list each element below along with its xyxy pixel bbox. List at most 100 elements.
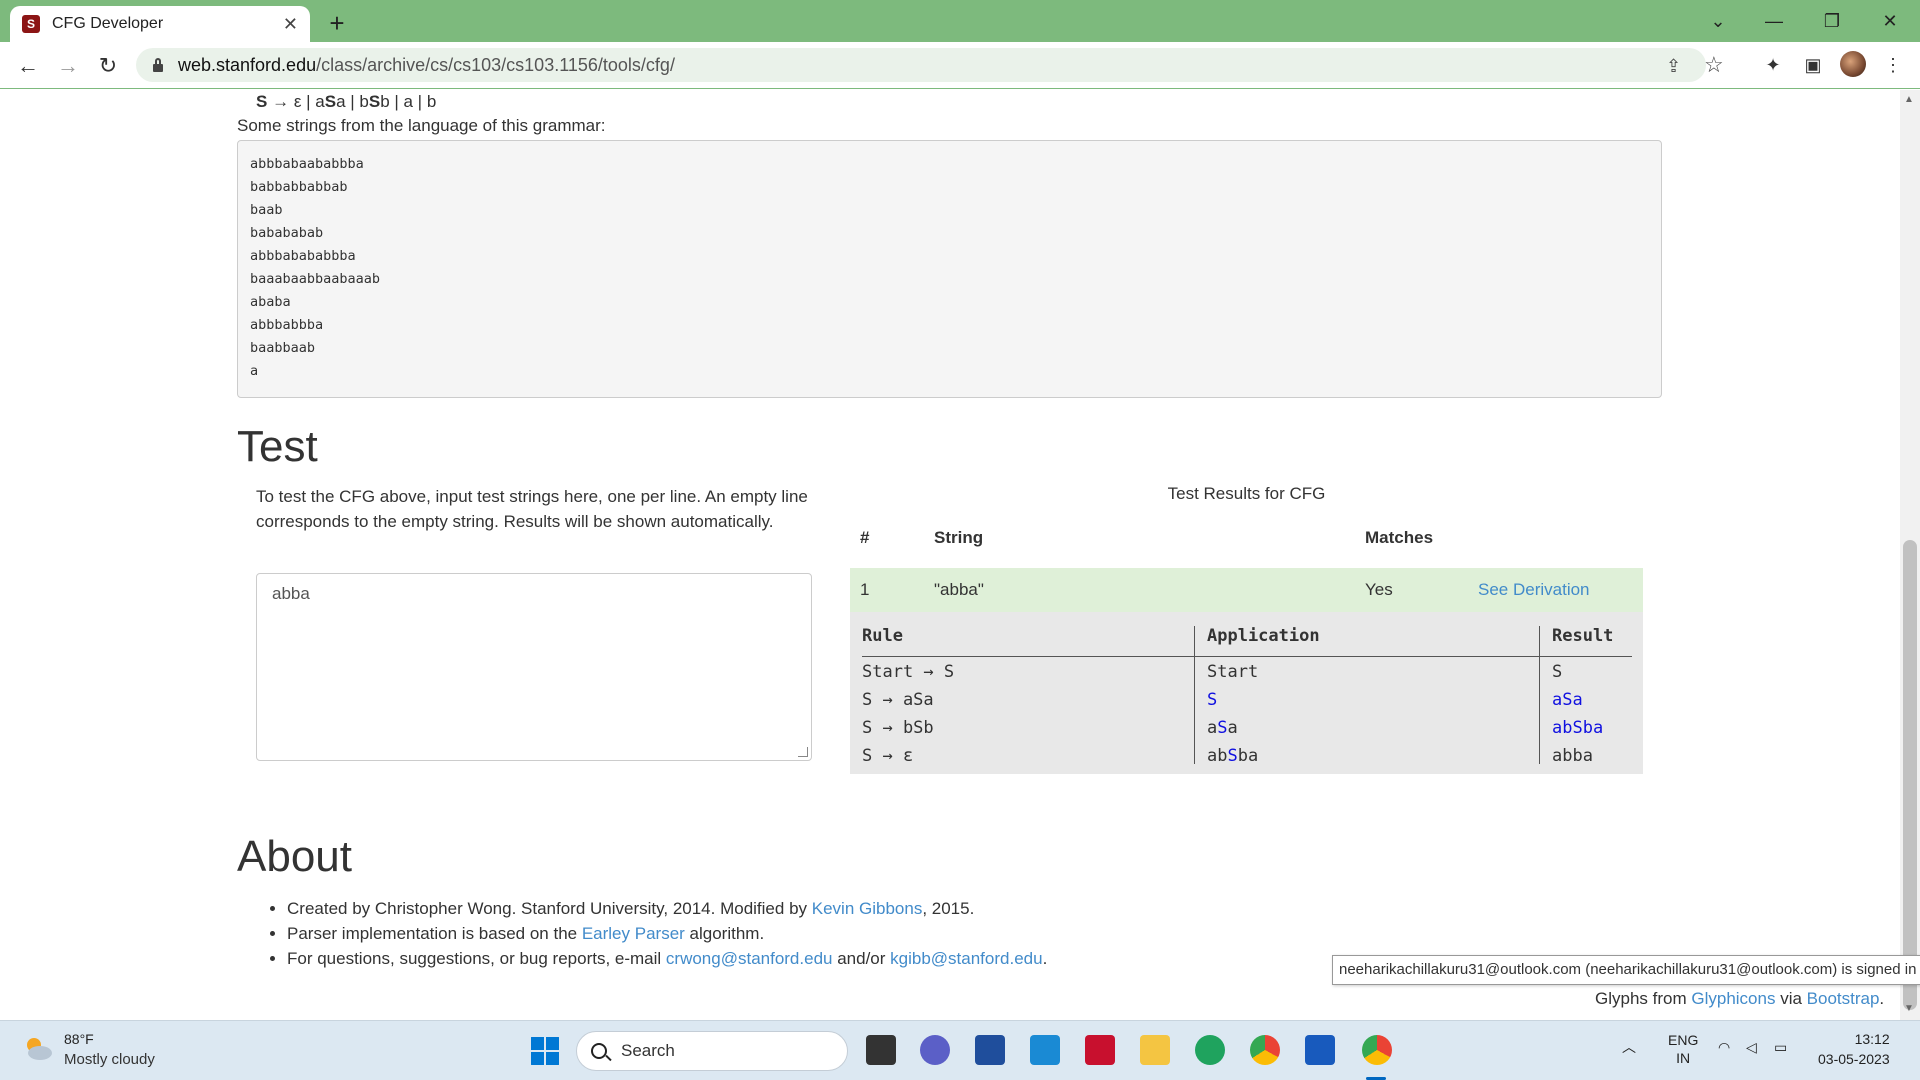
- forward-arrow-icon[interactable]: →: [52, 50, 84, 82]
- file-explorer-icon[interactable]: [1140, 1035, 1170, 1065]
- col-num-header: #: [860, 528, 870, 547]
- sample-string: babbabbabbab: [250, 179, 348, 195]
- deriv-application: S: [1207, 690, 1218, 710]
- grammar-arrow: →: [272, 92, 290, 111]
- reload-icon[interactable]: ↻: [92, 50, 124, 82]
- deriv-result-header: Result: [1552, 626, 1614, 646]
- lock-icon[interactable]: [152, 58, 164, 72]
- show-hidden-icons-chevron-icon[interactable]: ︿: [1622, 1037, 1636, 1057]
- deriv-rule: S → bSb: [862, 718, 934, 738]
- scrollbar-thumb[interactable]: [1903, 540, 1917, 1010]
- see-derivation-link[interactable]: See Derivation: [1478, 580, 1590, 600]
- close-window-button[interactable]: ✕: [1862, 0, 1918, 42]
- page-content: S → ε | aSa | bSb | a | b Some strings f…: [0, 90, 1900, 1020]
- grammar-rest: b | a | b: [380, 92, 437, 111]
- textarea-resize-handle[interactable]: [798, 747, 808, 757]
- row-num: 1: [860, 580, 870, 599]
- list-item: Parser implementation is based on the Ea…: [287, 921, 1047, 946]
- about-heading: About: [237, 832, 352, 881]
- url-host: web.stanford.edu: [178, 54, 317, 75]
- task-view-icon[interactable]: [866, 1035, 896, 1065]
- close-tab-icon[interactable]: ✕: [283, 14, 298, 35]
- scroll-down-arrow-icon[interactable]: ▼: [1904, 1003, 1914, 1014]
- grammar-rule: S → ε | aSa | bSb | a | b: [256, 92, 436, 112]
- browser-toolbar: ← → ↻ web.stanford.edu/class/archive/cs/…: [0, 42, 1920, 89]
- test-strings-textarea[interactable]: abba: [256, 573, 812, 761]
- deriv-application: aSa: [1207, 718, 1238, 738]
- profile-avatar[interactable]: [1840, 51, 1866, 77]
- mcafee-icon[interactable]: [1085, 1035, 1115, 1065]
- chrome-active-icon[interactable]: [1362, 1035, 1392, 1065]
- results-title: Test Results for CFG: [1167, 484, 1326, 503]
- deriv-rule: S → aSa: [862, 690, 934, 710]
- app-icon[interactable]: [1030, 1035, 1060, 1065]
- store-icon[interactable]: [975, 1035, 1005, 1065]
- grammar-s1: S: [324, 92, 337, 111]
- cloudy-weather-icon[interactable]: [22, 1035, 54, 1061]
- weather-desc: Mostly cloudy: [64, 1051, 155, 1068]
- system-clock[interactable]: 13:12 03-05-2023: [1818, 1029, 1890, 1069]
- kgibb-email-link[interactable]: kgibb@stanford.edu: [890, 949, 1042, 968]
- earley-parser-link[interactable]: Earley Parser: [582, 924, 685, 943]
- test-heading: Test: [237, 422, 318, 471]
- chrome-icon[interactable]: [1250, 1035, 1280, 1065]
- glyphicons-link[interactable]: Glyphicons: [1691, 989, 1775, 1008]
- sample-string: baaabaabbaabaaab: [250, 271, 381, 287]
- list-item: Created by Christopher Wong. Stanford Un…: [287, 896, 1047, 921]
- word-icon[interactable]: [1305, 1035, 1335, 1065]
- menu-kebab-icon[interactable]: ⋮: [1880, 52, 1906, 78]
- grammar-eps: ε | a: [293, 92, 325, 111]
- col-matches-header: Matches: [1365, 528, 1434, 547]
- share-icon[interactable]: ⇪: [1666, 56, 1681, 77]
- kevin-gibbons-link[interactable]: Kevin Gibbons: [812, 899, 923, 918]
- bookmark-star-icon[interactable]: ☆: [1704, 52, 1724, 78]
- teams-chat-icon[interactable]: [920, 1035, 950, 1065]
- list-item: For questions, suggestions, or bug repor…: [287, 946, 1047, 971]
- edge-icon[interactable]: [1195, 1035, 1225, 1065]
- results-header-row: # String Matches: [850, 524, 1643, 560]
- speaker-icon[interactable]: ◁: [1746, 1039, 1757, 1056]
- taskbar-search[interactable]: Search: [576, 1031, 848, 1071]
- deriv-app-header: Application: [1207, 626, 1320, 646]
- row-match: Yes: [1365, 580, 1393, 599]
- crwong-email-link[interactable]: crwong@stanford.edu: [666, 949, 833, 968]
- deriv-col-divider: [1194, 626, 1195, 764]
- battery-icon[interactable]: ▭: [1774, 1039, 1787, 1056]
- deriv-header-divider: [862, 656, 1632, 657]
- windows-start-icon[interactable]: [530, 1036, 560, 1066]
- deriv-application: Start: [1207, 662, 1259, 682]
- back-arrow-icon[interactable]: ←: [12, 50, 44, 82]
- sample-string: baabbaab: [250, 340, 316, 356]
- tab-search-icon[interactable]: ⌄: [1690, 0, 1746, 42]
- browser-tab[interactable]: S CFG Developer ✕: [10, 6, 310, 42]
- sample-string: abbbabaababbba: [250, 156, 364, 172]
- deriv-result: abba: [1552, 746, 1593, 766]
- sample-string: abbbabababbba: [250, 248, 356, 264]
- bootstrap-link[interactable]: Bootstrap: [1807, 989, 1880, 1008]
- minimize-button[interactable]: —: [1746, 0, 1802, 42]
- wifi-icon[interactable]: ◠: [1718, 1039, 1730, 1056]
- address-bar[interactable]: web.stanford.edu/class/archive/cs/cs103/…: [136, 48, 1724, 82]
- table-row: 1 "abba" Yes See Derivation: [850, 568, 1643, 612]
- row-string: "abba": [934, 580, 984, 599]
- test-instructions: To test the CFG above, input test string…: [256, 487, 808, 531]
- deriv-rule: S → ε: [862, 746, 914, 766]
- new-tab-button[interactable]: +: [322, 8, 352, 38]
- search-icon: [591, 1043, 607, 1059]
- about-list: Created by Christopher Wong. Stanford Un…: [287, 896, 1047, 971]
- grammar-s2: S: [368, 92, 381, 111]
- col-string-header: String: [934, 528, 984, 547]
- grammar-start-symbol: S: [256, 92, 268, 111]
- side-panel-icon[interactable]: ▣: [1800, 52, 1826, 78]
- glyphs-credit: Glyphs from Glyphicons via Bootstrap.: [1595, 989, 1885, 1008]
- scroll-up-arrow-icon[interactable]: ▲: [1904, 94, 1914, 105]
- derivation-table: Rule Application Result Start → S S → aS…: [850, 612, 1643, 774]
- language-indicator[interactable]: ENG IN: [1668, 1031, 1698, 1067]
- extensions-puzzle-icon[interactable]: ✦: [1760, 52, 1786, 78]
- sample-string: ababa: [250, 294, 291, 310]
- profile-tooltip: neeharikachillakuru31@outlook.com (neeha…: [1332, 955, 1920, 985]
- restore-button[interactable]: ❐: [1804, 0, 1860, 42]
- grammar-mid1: a | b: [336, 92, 369, 111]
- deriv-rule-header: Rule: [862, 626, 903, 646]
- deriv-result: abSba: [1552, 718, 1604, 738]
